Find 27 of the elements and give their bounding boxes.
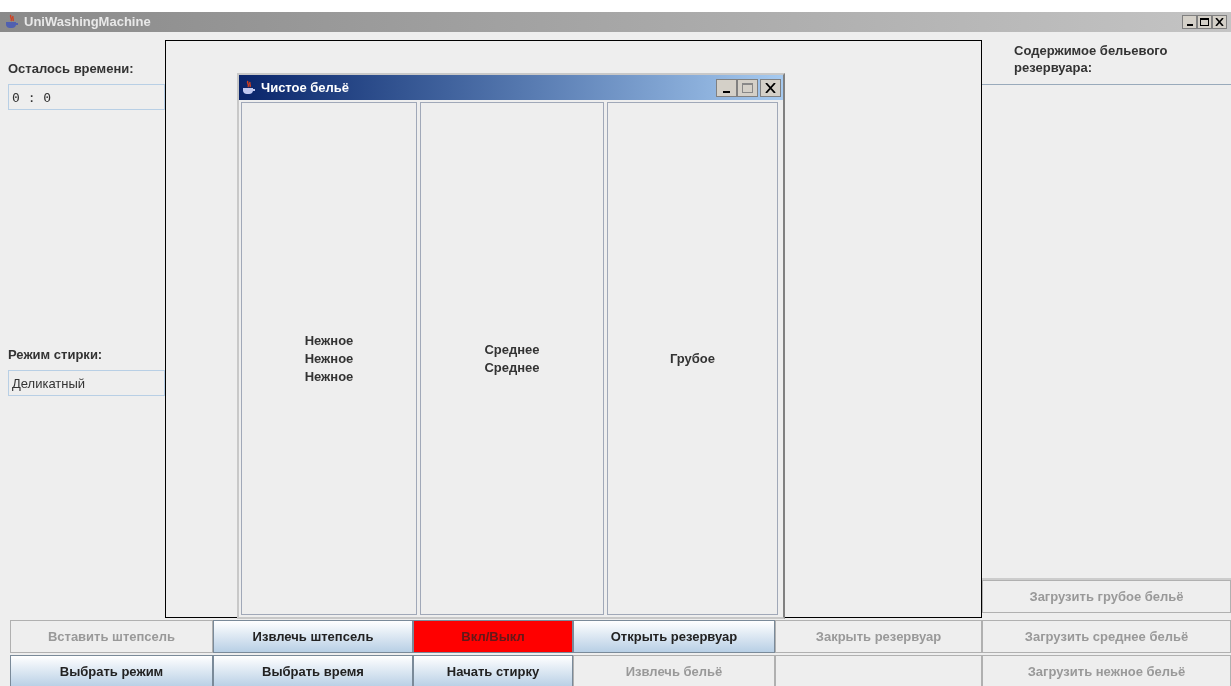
reservoir-label: Содержимое бельевого резервуара: (1013, 42, 1169, 77)
laundry-label: Среднее (484, 358, 540, 377)
laundry-label: Среднее (484, 340, 540, 359)
close-icon (1215, 18, 1224, 26)
action-button[interactable]: Открыть резервуар (573, 620, 775, 653)
minimize-button[interactable] (1182, 15, 1197, 29)
maximize-button[interactable] (1197, 15, 1212, 29)
close-button[interactable] (760, 78, 781, 97)
action-button[interactable]: Начать стирку (413, 655, 573, 686)
close-icon (765, 82, 776, 93)
action-button[interactable]: Извлечь штепсель (213, 620, 413, 653)
action-button[interactable]: Выбрать режим (10, 655, 213, 686)
minimize-button[interactable] (716, 78, 737, 97)
window-title: Чистое бельё (261, 78, 350, 97)
coffee-cup-icon (241, 79, 257, 96)
mode-field[interactable]: Деликатный (8, 370, 165, 396)
laundry-label: Нежное (304, 331, 354, 350)
mode-label: Режим стирки: (8, 346, 104, 365)
laundry-label: Нежное (304, 367, 354, 386)
action-button[interactable]: Выбрать время (213, 655, 413, 686)
laundry-label: Грубое (669, 349, 716, 368)
close-button[interactable] (1212, 15, 1227, 29)
laundry-label: Нежное (304, 349, 354, 368)
time-field[interactable]: 0 : 0 (8, 84, 165, 110)
coffee-cup-icon (4, 14, 20, 30)
time-label: Осталось времени: (8, 60, 135, 79)
window-title: UniWashingMachine (24, 13, 151, 32)
